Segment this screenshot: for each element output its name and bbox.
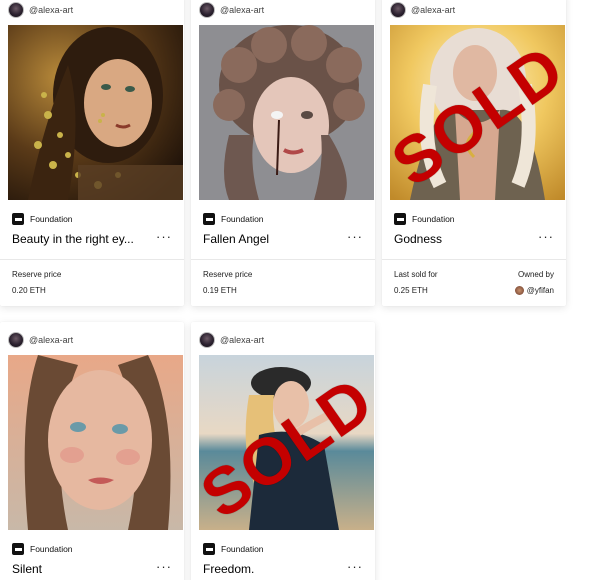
platform-label: Foundation [30, 544, 73, 554]
artwork-portrait-beauty [8, 25, 183, 200]
price-value: 0.25 ETH [394, 286, 428, 295]
nft-card-godness[interactable]: @alexa-art SOLD Foundation Godness ··· L… [382, 0, 566, 306]
nft-card-freedom[interactable]: @alexa-art SOLD Foundation Freedom. ··· [191, 322, 375, 580]
platform-label: Foundation [221, 544, 264, 554]
foundation-logo-icon [12, 543, 24, 555]
owner-link[interactable]: @yfifan [514, 286, 554, 295]
artwork-title[interactable]: Beauty in the right ey... [12, 232, 134, 246]
creator-avatar[interactable] [8, 2, 24, 18]
more-options-icon[interactable]: ··· [347, 230, 363, 246]
creator-handle[interactable]: @alexa-art [220, 5, 264, 15]
artwork-title[interactable]: Godness [394, 232, 442, 246]
foundation-logo-icon [203, 213, 215, 225]
artwork-image[interactable] [8, 355, 183, 530]
artwork-title[interactable]: Silent [12, 562, 42, 576]
nft-card-silent[interactable]: @alexa-art Foundation Silent ··· [0, 322, 184, 580]
creator-avatar[interactable] [199, 2, 215, 18]
artwork-image[interactable]: SOLD [390, 25, 565, 200]
more-options-icon[interactable]: ··· [156, 230, 172, 246]
card-header: @alexa-art [0, 328, 184, 352]
price-label: Last sold for [394, 270, 438, 279]
nft-card-beauty[interactable]: @alexa-art Foundation Beauty in the righ… [0, 0, 184, 306]
artwork-image[interactable] [199, 25, 374, 200]
platform-label: Foundation [412, 214, 455, 224]
price-label: Reserve price [203, 270, 253, 279]
creator-handle[interactable]: @alexa-art [220, 335, 264, 345]
more-options-icon[interactable]: ··· [347, 560, 363, 576]
card-header: @alexa-art [191, 0, 375, 22]
creator-avatar[interactable] [199, 332, 215, 348]
creator-handle[interactable]: @alexa-art [29, 335, 73, 345]
more-options-icon[interactable]: ··· [156, 560, 172, 576]
artwork-portrait-godness [390, 25, 565, 200]
price-value: 0.20 ETH [12, 286, 46, 295]
artwork-title[interactable]: Freedom. [203, 562, 254, 576]
artwork-portrait-silent [8, 355, 183, 530]
owner-label: Owned by [517, 270, 554, 279]
card-header: @alexa-art [191, 328, 375, 352]
more-options-icon[interactable]: ··· [538, 230, 554, 246]
owner-name: @yfifan [526, 286, 554, 295]
owner-avatar [514, 286, 524, 295]
artwork-title[interactable]: Fallen Angel [203, 232, 269, 246]
foundation-logo-icon [12, 213, 24, 225]
artwork-image[interactable] [8, 25, 183, 200]
price-value: 0.19 ETH [203, 286, 237, 295]
creator-handle[interactable]: @alexa-art [29, 5, 73, 15]
creator-avatar[interactable] [8, 332, 24, 348]
foundation-logo-icon [203, 543, 215, 555]
artwork-image[interactable]: SOLD [199, 355, 374, 530]
platform-label: Foundation [30, 214, 73, 224]
platform-label: Foundation [221, 214, 264, 224]
nft-card-fallen-angel[interactable]: @alexa-art Foundation Fallen Angel ··· R… [191, 0, 375, 306]
card-header: @alexa-art [382, 0, 566, 22]
card-header: @alexa-art [0, 0, 184, 22]
artwork-portrait-fallen-angel [199, 25, 374, 200]
price-label: Reserve price [12, 270, 62, 279]
artwork-portrait-freedom [199, 355, 374, 530]
creator-avatar[interactable] [390, 2, 406, 18]
creator-handle[interactable]: @alexa-art [411, 5, 455, 15]
foundation-logo-icon [394, 213, 406, 225]
